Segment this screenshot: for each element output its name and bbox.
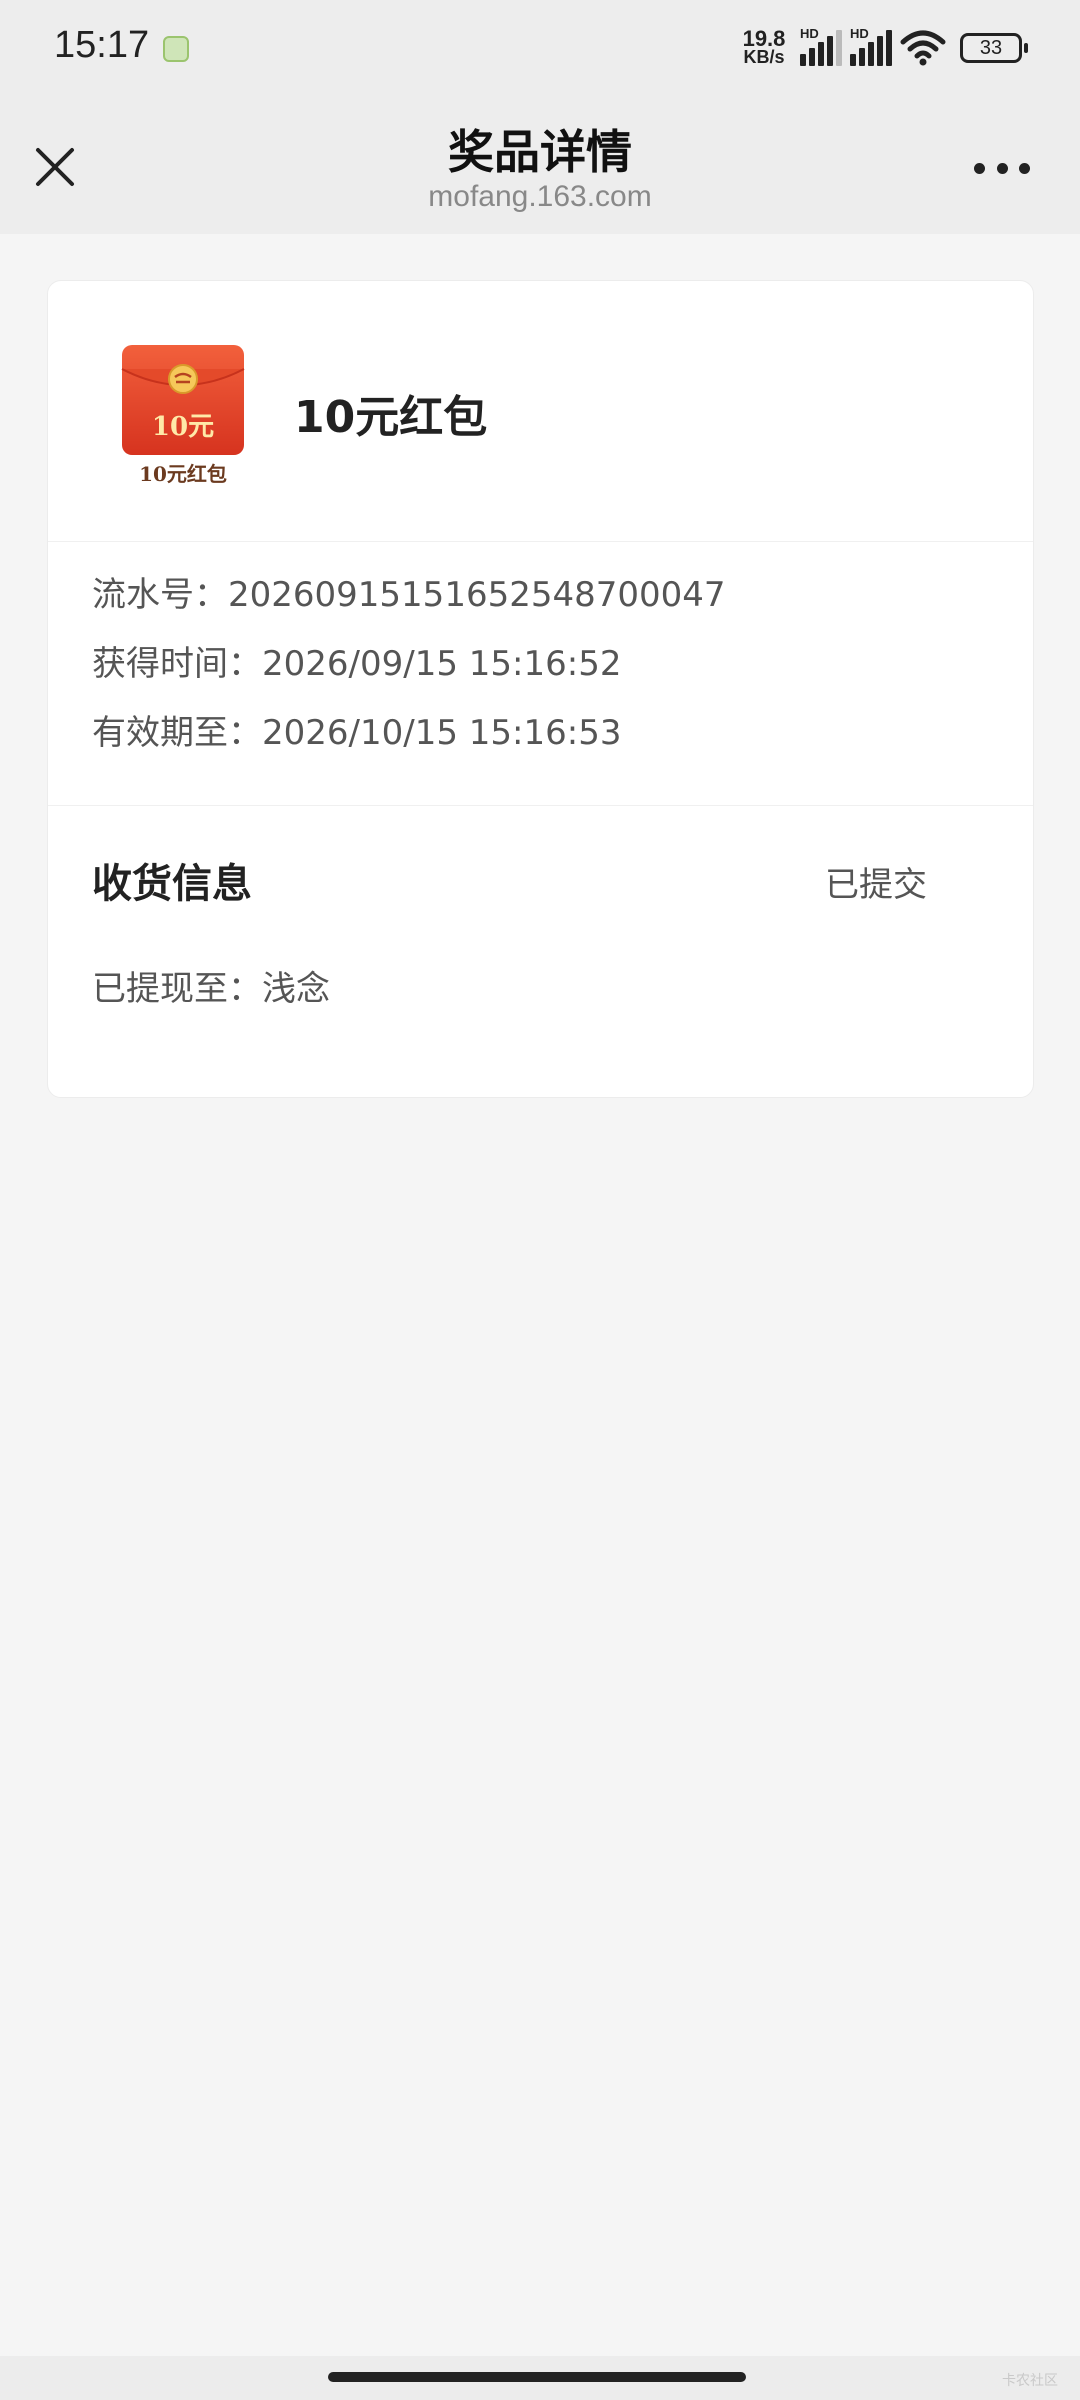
shipping-info-title: 收货信息: [92, 861, 252, 907]
expiry-label: 有效期至：: [92, 713, 262, 753]
signal-2-hd-label: HD: [850, 26, 869, 41]
obtained-time-row: 获得时间：2026/09/15 15:16:52: [92, 630, 992, 699]
more-dot-icon: [996, 162, 1008, 174]
expiry-row: 有效期至：2026/10/15 15:16:53: [92, 699, 992, 768]
network-speed-unit: KB/s: [743, 47, 785, 67]
page-domain: mofang.163.com: [428, 180, 652, 213]
expiry-value: 2026/10/15 15:16:53: [262, 713, 622, 753]
page-title: 奖品详情: [448, 125, 632, 179]
more-dot-icon: [1019, 162, 1030, 174]
red-envelope-image: 10元 10元红包: [121, 345, 245, 486]
prize-summary: 10元 10元红包 10元红包: [48, 281, 1033, 542]
shipping-status: 已提交: [825, 865, 927, 905]
obtained-time-value: 2026/09/15 15:16:52: [262, 644, 622, 684]
prize-name: 10元红包: [294, 392, 488, 443]
prize-details: 流水号：20260915151652548700047 获得时间：2026/09…: [92, 561, 992, 768]
battery-icon: 33: [960, 33, 1028, 63]
withdraw-account: 浅念: [262, 969, 330, 1009]
home-indicator[interactable]: [328, 2372, 746, 2382]
signal-2-icon: HD: [850, 26, 892, 66]
signal-1-hd-label: HD: [800, 26, 819, 41]
nav-header: 奖品详情 mofang.163.com: [0, 96, 1080, 234]
watermark: 卡农社区: [1002, 2373, 1058, 2389]
status-indicators: 19.8 KB/s HD HD 33: [736, 24, 1028, 72]
envelope-amount-text: 10元: [152, 412, 214, 442]
wifi-icon: [900, 30, 946, 66]
envelope-caption-text: 10元红包: [139, 462, 227, 486]
status-bar: 15:17 19.8 KB/s HD HD 33: [0, 0, 1080, 96]
section-divider: [48, 805, 1033, 806]
more-options-button[interactable]: [974, 158, 1030, 178]
signal-1-icon: HD: [800, 26, 842, 66]
network-speed: 19.8 KB/s: [736, 26, 792, 67]
app-notification-icon: [163, 36, 189, 62]
prize-card: 10元 10元红包 10元红包 流水号：20260915151652548700…: [47, 280, 1034, 1098]
serial-number-value: 20260915151652548700047: [228, 575, 726, 615]
serial-number-row: 流水号：20260915151652548700047: [92, 561, 992, 630]
gesture-nav-bar: 卡农社区: [0, 2356, 1080, 2400]
obtained-time-label: 获得时间：: [92, 644, 262, 684]
battery-level: 33: [979, 36, 1003, 59]
network-speed-value: 19.8: [742, 26, 786, 51]
serial-number-label: 流水号：: [92, 575, 228, 615]
withdraw-label: 已提现至：: [92, 969, 262, 1009]
withdraw-detail: 已提现至：浅念: [92, 961, 330, 1010]
more-dot-icon: [974, 162, 985, 174]
status-time: 15:17: [54, 24, 150, 66]
